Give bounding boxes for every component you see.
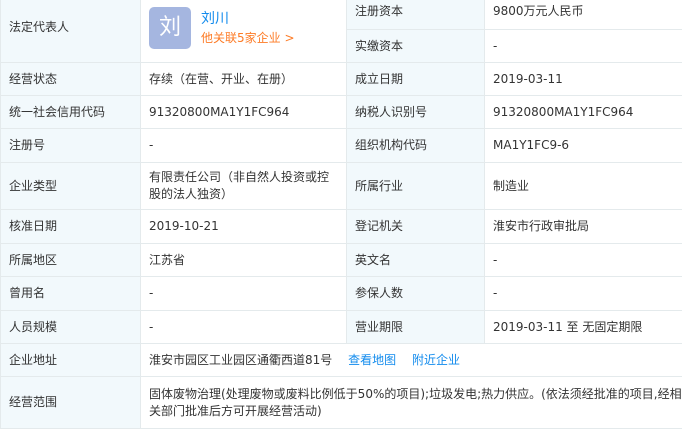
business-term-value: 2019-03-11 至 无固定期限 [485, 311, 682, 344]
status-value: 存续（在营、开业、在册） [141, 63, 347, 96]
taxpayer-id-value: 91320800MA1Y1FC964 [485, 96, 682, 129]
paid-capital-label: 实缴资本 [347, 30, 485, 63]
legal-rep-name-link[interactable]: 刘川 [201, 9, 295, 29]
established-label: 成立日期 [347, 63, 485, 96]
former-name-value: - [141, 277, 347, 311]
view-map-link[interactable]: 查看地图 [348, 353, 396, 367]
table-row: 核准日期 2019-10-21 登记机关 淮安市行政审批局 [1, 210, 682, 244]
staff-size-value: - [141, 311, 347, 344]
table-row: 注册号 - 组织机构代码 MA1Y1FC9-6 [1, 129, 682, 163]
business-term-label: 营业期限 [347, 311, 485, 344]
insured-label: 参保人数 [347, 277, 485, 311]
status-label: 经营状态 [1, 63, 141, 96]
authority-label: 登记机关 [347, 210, 485, 244]
scope-label: 经营范围 [1, 377, 141, 429]
paid-capital-value: - [485, 30, 682, 63]
org-code-label: 组织机构代码 [347, 129, 485, 163]
table-row: 人员规模 - 营业期限 2019-03-11 至 无固定期限 [1, 311, 682, 344]
approval-date-value: 2019-10-21 [141, 210, 347, 244]
table-row: 经营状态 存续（在营、开业、在册） 成立日期 2019-03-11 [1, 63, 682, 96]
address-label: 企业地址 [1, 344, 141, 377]
table-row: 企业类型 有限责任公司（非自然人投资或控股的法人独资） 所属行业 制造业 [1, 163, 682, 210]
company-type-value: 有限责任公司（非自然人投资或控股的法人独资） [141, 163, 347, 210]
address-cell: 淮安市园区工业园区通衢西道81号 查看地图 附近企业 [141, 344, 682, 377]
table-row: 经营范围 固体废物治理(处理废物或废料比例低于50%的项目);垃圾发电;热力供应… [1, 377, 682, 429]
english-name-value: - [485, 244, 682, 277]
taxpayer-id-label: 纳税人识别号 [347, 96, 485, 129]
legal-rep-cell: 刘 刘川 他关联5家企业 > [141, 0, 347, 63]
table-row: 所属地区 江苏省 英文名 - [1, 244, 682, 277]
reg-no-value: - [141, 129, 347, 163]
insured-value: - [485, 277, 682, 311]
approval-date-label: 核准日期 [1, 210, 141, 244]
avatar: 刘 [149, 7, 191, 49]
company-type-label: 企业类型 [1, 163, 141, 210]
reg-no-label: 注册号 [1, 129, 141, 163]
staff-size-label: 人员规模 [1, 311, 141, 344]
table-row: 统一社会信用代码 91320800MA1Y1FC964 纳税人识别号 91320… [1, 96, 682, 129]
authority-value: 淮安市行政审批局 [485, 210, 682, 244]
org-code-value: MA1Y1FC9-6 [485, 129, 682, 163]
region-value: 江苏省 [141, 244, 347, 277]
address-value: 淮安市园区工业园区通衢西道81号 [149, 353, 332, 367]
industry-label: 所属行业 [347, 163, 485, 210]
established-value: 2019-03-11 [485, 63, 682, 96]
company-info-table: 法定代表人 刘 刘川 他关联5家企业 > 注册资本 9800万元人民币 实缴资本… [0, 0, 682, 429]
credit-code-label: 统一社会信用代码 [1, 96, 141, 129]
english-name-label: 英文名 [347, 244, 485, 277]
legal-rep-label: 法定代表人 [1, 0, 141, 63]
industry-value: 制造业 [485, 163, 682, 210]
credit-code-value: 91320800MA1Y1FC964 [141, 96, 347, 129]
table-row: 法定代表人 刘 刘川 他关联5家企业 > 注册资本 9800万元人民币 [1, 0, 682, 30]
region-label: 所属地区 [1, 244, 141, 277]
former-name-label: 曾用名 [1, 277, 141, 311]
scope-value: 固体废物治理(处理废物或废料比例低于50%的项目);垃圾发电;热力供应。(依法须… [141, 377, 682, 429]
reg-capital-label: 注册资本 [347, 0, 485, 30]
table-row: 曾用名 - 参保人数 - [1, 277, 682, 311]
reg-capital-value: 9800万元人民币 [485, 0, 682, 30]
table-row: 企业地址 淮安市园区工业园区通衢西道81号 查看地图 附近企业 [1, 344, 682, 377]
associated-companies-link[interactable]: 他关联5家企业 > [201, 29, 295, 47]
nearby-companies-link[interactable]: 附近企业 [412, 353, 460, 367]
